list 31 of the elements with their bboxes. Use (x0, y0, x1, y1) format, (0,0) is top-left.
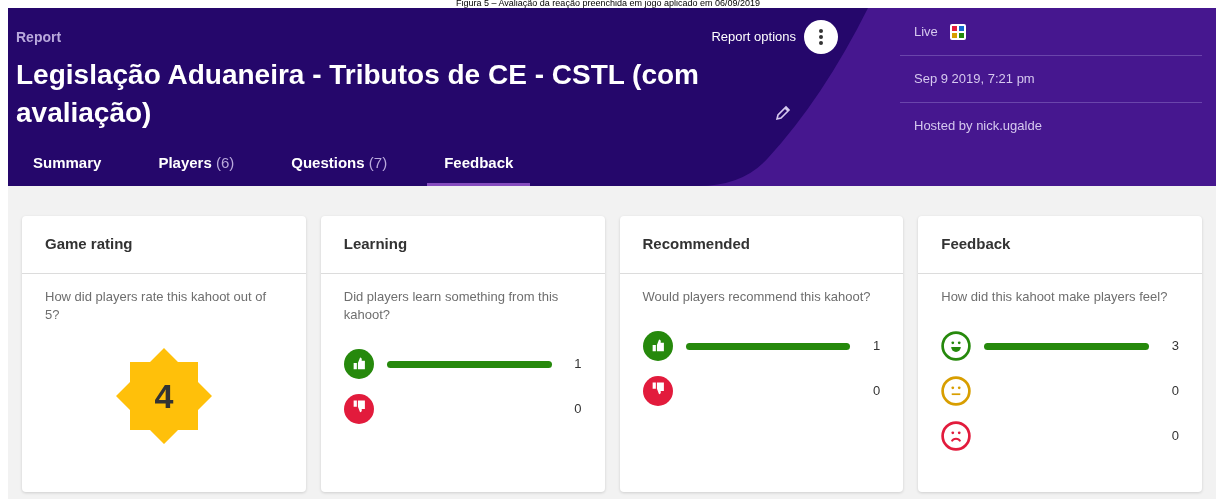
card-title: Feedback (941, 234, 1011, 255)
result-count: 3 (1170, 337, 1179, 356)
result-count: 0 (872, 382, 881, 401)
pencil-icon (774, 104, 792, 122)
tab[interactable]: Players (6) (141, 144, 252, 186)
result-count: 0 (1170, 382, 1179, 401)
live-status: Live (914, 22, 938, 41)
result-count: 0 (573, 400, 582, 419)
result-count: 1 (573, 355, 582, 374)
more-icon (819, 29, 823, 45)
app-logo-icon (949, 23, 966, 40)
rating-value: 4 (154, 375, 174, 417)
report-date: Sep 9 2019, 7:21 pm (914, 70, 1035, 89)
report-options-label: Report options (711, 28, 796, 47)
card-question: Would players recommend this kahoot? (642, 288, 872, 306)
card-title: Recommended (642, 234, 751, 255)
card-title: Learning (343, 234, 408, 255)
card-question: Did players learn something from this kahoot? (343, 288, 560, 324)
host-name: Hosted by nick.ugalde (914, 116, 1042, 135)
report-label: Report (16, 27, 62, 47)
tab[interactable]: Summary (16, 144, 119, 186)
tab[interactable]: Feedback (427, 144, 531, 186)
result-count: 1 (872, 337, 881, 356)
result-count: 0 (1170, 427, 1179, 446)
figure-caption: Figura 5 – Avaliação da reação preenchida em jogo aplicado em 06/09/2019 (455, 0, 760, 8)
tab[interactable]: Questions (7) (274, 144, 405, 186)
card-title: Game rating (45, 234, 133, 255)
report-title: Legislação Aduaneira - Tributos de CE - CSTL (com avaliação) (16, 58, 700, 130)
star-badge-icon (115, 348, 212, 444)
card-question: How did this kahoot make players feel? (941, 288, 1169, 306)
card-question: How did players rate this kahoot out of 5? (45, 288, 268, 324)
